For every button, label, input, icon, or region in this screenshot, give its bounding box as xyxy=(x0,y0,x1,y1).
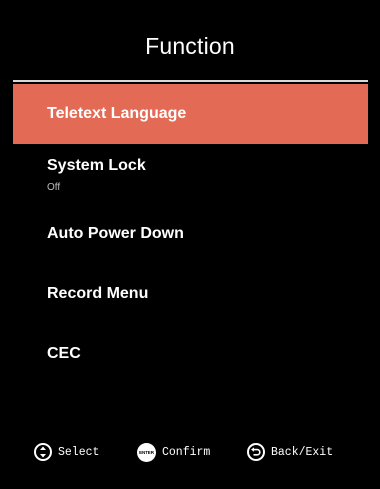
back-hint: Back/Exit xyxy=(247,443,333,461)
menu-item-teletext-language[interactable]: Teletext Language xyxy=(13,84,368,144)
navigate-icon xyxy=(34,443,52,461)
menu-item-label: Auto Power Down xyxy=(47,225,184,242)
back-icon xyxy=(247,443,265,461)
menu-item-auto-power-down[interactable]: Auto Power Down xyxy=(13,204,368,264)
title-divider xyxy=(13,80,368,82)
back-hint-label: Back/Exit xyxy=(271,445,334,459)
select-hint-label: Select xyxy=(58,445,100,459)
confirm-hint-label: Confirm xyxy=(162,446,211,459)
menu-item-label: CEC xyxy=(47,345,81,362)
footer-hints: Select ENTER Confirm Back/Exit xyxy=(0,440,380,470)
menu-item-value: Off xyxy=(47,182,61,193)
menu-list: Teletext Language System Lock Off Auto P… xyxy=(13,84,368,384)
select-hint: Select xyxy=(34,443,99,461)
function-menu-screen: Function Teletext Language System Lock O… xyxy=(0,0,380,489)
enter-icon: ENTER xyxy=(137,443,156,462)
confirm-hint: ENTER Confirm xyxy=(137,443,210,462)
menu-item-system-lock[interactable]: System Lock Off xyxy=(13,144,368,204)
menu-item-label: System Lock xyxy=(47,157,146,174)
page-title: Function xyxy=(145,33,235,59)
menu-item-cec[interactable]: CEC xyxy=(13,324,368,384)
menu-item-label: Teletext Language xyxy=(47,105,187,122)
menu-item-record-menu[interactable]: Record Menu xyxy=(13,264,368,324)
enter-icon-text: ENTER xyxy=(139,450,154,455)
menu-item-label: Record Menu xyxy=(47,285,149,302)
